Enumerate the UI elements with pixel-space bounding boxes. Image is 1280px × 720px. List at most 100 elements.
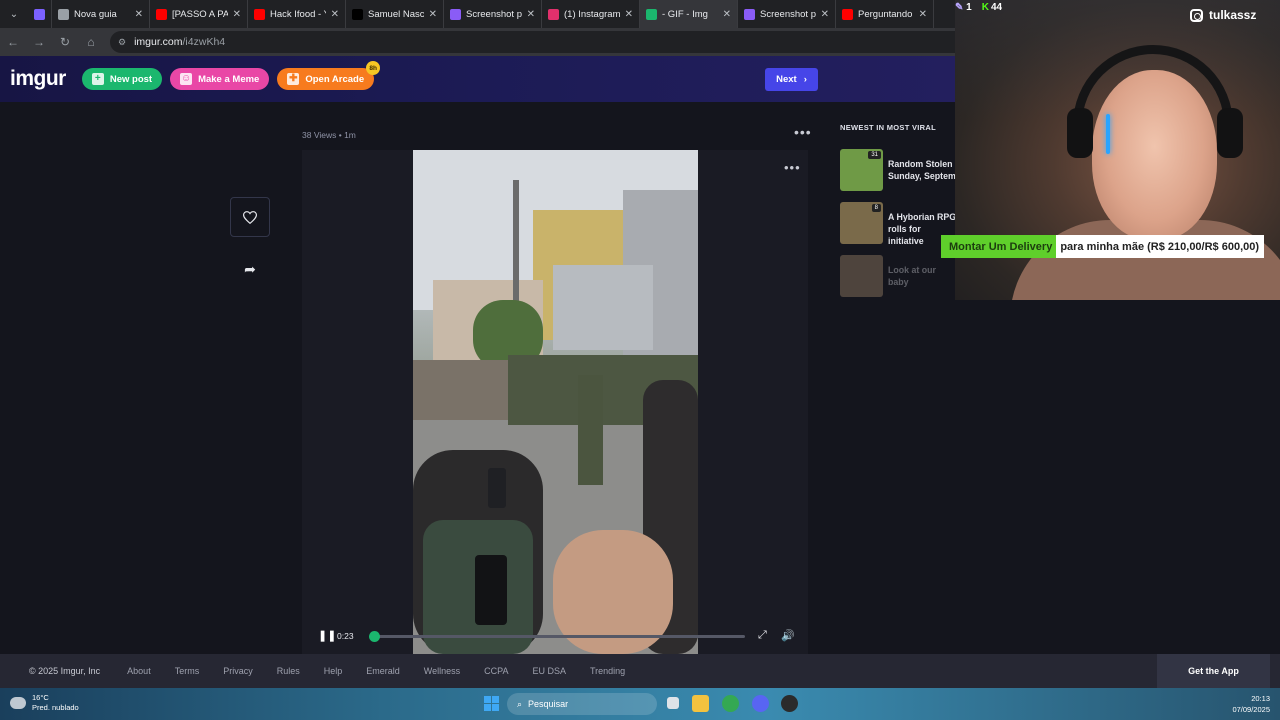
close-tab-icon[interactable]: ✕	[723, 9, 731, 20]
footer-link[interactable]: Emerald	[366, 666, 400, 676]
video-player[interactable]: ••• ❚❚ 0:23 ⤢ 🔊	[302, 150, 808, 654]
kick-icon: K	[981, 2, 989, 13]
new-post-label: New post	[109, 73, 153, 85]
post-thumbnail[interactable]: 31	[840, 149, 883, 191]
browser-tab[interactable]: Screenshot pi ✕	[444, 0, 542, 28]
make-meme-button[interactable]: ☺ Make a Meme	[170, 68, 270, 90]
close-tab-icon[interactable]: ✕	[429, 9, 437, 20]
taskbar-search[interactable]: ⌕ Pesquisar	[507, 693, 657, 715]
footer-link[interactable]: Terms	[175, 666, 200, 676]
reload-icon[interactable]: ↻	[58, 35, 72, 49]
footer-link[interactable]: EU DSA	[532, 666, 566, 676]
file-explorer-icon[interactable]	[692, 695, 709, 712]
browser-tab[interactable]	[28, 0, 52, 28]
headset-right-ear	[1217, 108, 1243, 158]
browser-tab[interactable]: Hack Ifood - Y ✕	[248, 0, 346, 28]
site-info-icon[interactable]: ⚙	[118, 37, 126, 48]
tab-title: Hack Ifood - Y	[270, 8, 326, 20]
discord-icon[interactable]	[752, 695, 769, 712]
instagram-icon	[1190, 8, 1203, 22]
fullscreen-icon[interactable]: ⤢	[758, 629, 767, 642]
footer-link[interactable]: Trending	[590, 666, 625, 676]
back-icon[interactable]: ←	[6, 35, 20, 49]
video-progress-handle[interactable]	[368, 631, 380, 642]
arcade-timer-badge: 8h	[366, 61, 381, 75]
next-post-button[interactable]: Next ›	[765, 68, 818, 91]
stream-stats: ✎ 1 K 44	[955, 2, 1002, 13]
browser-tab[interactable]: Perguntando ✕	[836, 0, 934, 28]
footer-link[interactable]: Help	[324, 666, 343, 676]
footer-link[interactable]: CCPA	[484, 666, 508, 676]
browser-tab[interactable]: [PASSO A PAS ✕	[150, 0, 248, 28]
windows-start-icon[interactable]	[484, 696, 499, 711]
open-arcade-button[interactable]: ✚ Open Arcade 8h	[277, 61, 381, 90]
imgur-logo[interactable]: imgur	[10, 67, 66, 91]
chrome-icon[interactable]	[722, 695, 739, 712]
close-tab-icon[interactable]: ✕	[625, 9, 633, 20]
goal-title: Montar Um Delivery	[941, 235, 1057, 258]
footer-link[interactable]: About	[127, 666, 151, 676]
task-view-icon[interactable]	[667, 697, 679, 709]
post-title[interactable]: Look at our baby	[888, 255, 958, 299]
volume-icon[interactable]: 🔊	[781, 629, 795, 642]
favorite-button[interactable]	[230, 197, 270, 237]
tab-search-button[interactable]: ⌄	[0, 0, 28, 28]
close-tab-icon[interactable]: ✕	[919, 9, 927, 20]
url-host: imgur.com	[134, 36, 183, 48]
footer-link[interactable]: Rules	[277, 666, 300, 676]
share-icon[interactable]: ➦	[240, 259, 260, 279]
browser-tab[interactable]: - GIF - Img ✕	[640, 0, 738, 28]
close-tab-icon[interactable]: ✕	[233, 9, 241, 20]
pause-icon[interactable]: ❚❚	[318, 629, 336, 642]
gamepad-icon: ✚	[287, 73, 300, 85]
browser-tab[interactable]: Screenshot pi ✕	[738, 0, 836, 28]
image-count-badge: 8	[871, 204, 881, 212]
tab-title: Nova guia	[74, 8, 117, 20]
post-options-icon[interactable]: •••	[794, 124, 812, 140]
headset-left-ear	[1067, 108, 1093, 158]
video-controls: ❚❚ 0:23 ⤢ 🔊	[302, 628, 808, 646]
get-app-button[interactable]: Get the App	[1157, 654, 1270, 688]
footer: © 2025 Imgur, Inc About Terms Privacy Rules…	[0, 654, 1280, 688]
browser-tab[interactable]: Nova guia ✕	[52, 0, 150, 28]
post-age: 1m	[344, 130, 356, 140]
heart-icon	[243, 210, 257, 224]
close-tab-icon[interactable]: ✕	[821, 9, 829, 20]
tab-title: Perguntando	[858, 8, 913, 20]
tab-favicon-icon	[58, 8, 69, 20]
video-frame[interactable]	[413, 150, 698, 654]
tab-title: Screenshot pi	[466, 8, 522, 20]
post-thumbnail[interactable]: 8	[840, 202, 883, 244]
footer-link[interactable]: Wellness	[424, 666, 460, 676]
close-tab-icon[interactable]: ✕	[331, 9, 339, 20]
video-time: 0:23	[337, 631, 354, 641]
browser-tab[interactable]: (1) Instagram ✕	[542, 0, 640, 28]
tab-favicon-icon	[842, 8, 853, 20]
make-meme-label: Make a Meme	[198, 73, 260, 85]
tab-title: (1) Instagram	[564, 8, 620, 20]
new-post-button[interactable]: + New post	[81, 68, 163, 90]
forward-icon[interactable]: →	[32, 35, 46, 49]
home-icon[interactable]: ⌂	[84, 35, 98, 49]
post-meta: 38 Views • 1m	[302, 130, 356, 140]
close-tab-icon[interactable]: ✕	[135, 9, 143, 20]
tab-favicon-icon	[450, 8, 461, 20]
footer-link[interactable]: Privacy	[223, 666, 253, 676]
post-thumbnail[interactable]	[840, 255, 883, 297]
post-title[interactable]: Random Stolen Sunday, Septem	[888, 149, 958, 193]
video-options-icon[interactable]: •••	[784, 160, 801, 175]
tab-favicon-icon	[646, 8, 657, 20]
chevron-right-icon: ›	[803, 74, 807, 85]
viewer-icon: ✎	[955, 2, 964, 13]
obs-icon[interactable]	[781, 695, 798, 712]
taskbar-clock[interactable]: 20:13 07/09/2025	[1222, 693, 1270, 715]
close-tab-icon[interactable]: ✕	[527, 9, 535, 20]
instagram-handle: tulkassz	[1190, 8, 1256, 22]
browser-tab[interactable]: Samuel Nasci ✕	[346, 0, 444, 28]
tab-favicon-icon	[156, 8, 167, 20]
address-bar[interactable]: ⚙ imgur.com/i4zwKh4	[110, 31, 1010, 53]
tab-favicon-icon	[34, 8, 45, 20]
weather-widget[interactable]: 16°C Pred. nublado	[10, 693, 79, 713]
kick-stat: K 44	[982, 2, 1002, 13]
video-progress-track[interactable]	[368, 631, 745, 642]
